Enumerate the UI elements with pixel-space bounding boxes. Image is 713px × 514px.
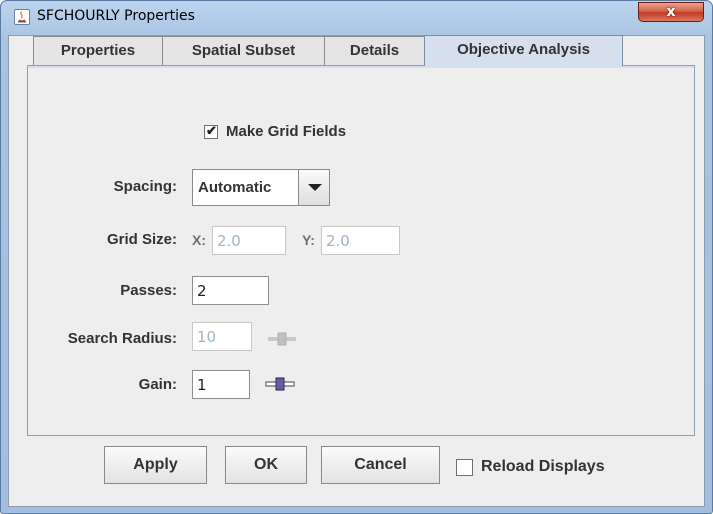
tab-spatial-subset[interactable]: Spatial Subset	[162, 36, 325, 65]
tab-objective-analysis[interactable]: Objective Analysis	[424, 35, 623, 66]
chevron-down-icon[interactable]	[298, 170, 329, 205]
grid-size-y-label: Y:	[302, 232, 315, 248]
gain-slider-icon[interactable]	[265, 377, 295, 391]
properties-dialog: SFCHOURLY Properties x Properties Spatia…	[0, 0, 713, 514]
gain-label: Gain:	[138, 376, 177, 393]
make-grid-fields-label[interactable]: Make Grid Fields	[226, 123, 346, 140]
apply-button[interactable]: Apply	[104, 446, 207, 484]
spacing-selected-value: Automatic	[198, 179, 272, 196]
search-radius-field[interactable]: 10	[192, 322, 252, 351]
close-icon: x	[666, 4, 676, 20]
grid-size-x-label: X:	[192, 232, 206, 248]
search-radius-slider-icon[interactable]	[267, 332, 297, 346]
ok-button[interactable]: OK	[225, 446, 307, 484]
checkmark-icon: ✔	[206, 123, 217, 138]
reload-displays-checkbox[interactable]	[456, 459, 473, 476]
grid-size-label: Grid Size:	[106, 231, 177, 248]
tab-properties[interactable]: Properties	[33, 36, 163, 65]
grid-size-x-field[interactable]: 2.0	[212, 226, 286, 255]
java-app-icon	[14, 9, 30, 25]
spacing-dropdown[interactable]: Automatic	[192, 169, 330, 206]
spacing-label: Spacing:	[113, 178, 177, 195]
close-button[interactable]: x	[638, 2, 704, 22]
tab-details[interactable]: Details	[324, 36, 425, 65]
gain-field[interactable]: 1	[192, 370, 250, 399]
title-bar[interactable]: SFCHOURLY Properties x	[1, 1, 712, 35]
passes-field[interactable]: 2	[192, 276, 269, 305]
cancel-button[interactable]: Cancel	[321, 446, 440, 484]
window-title: SFCHOURLY Properties	[37, 8, 195, 24]
grid-size-y-field[interactable]: 2.0	[321, 226, 400, 255]
search-radius-label: Search Radius:	[67, 330, 177, 347]
passes-label: Passes:	[120, 282, 177, 299]
reload-displays-label[interactable]: Reload Displays	[481, 458, 605, 476]
make-grid-fields-checkbox[interactable]: ✔	[204, 123, 218, 139]
